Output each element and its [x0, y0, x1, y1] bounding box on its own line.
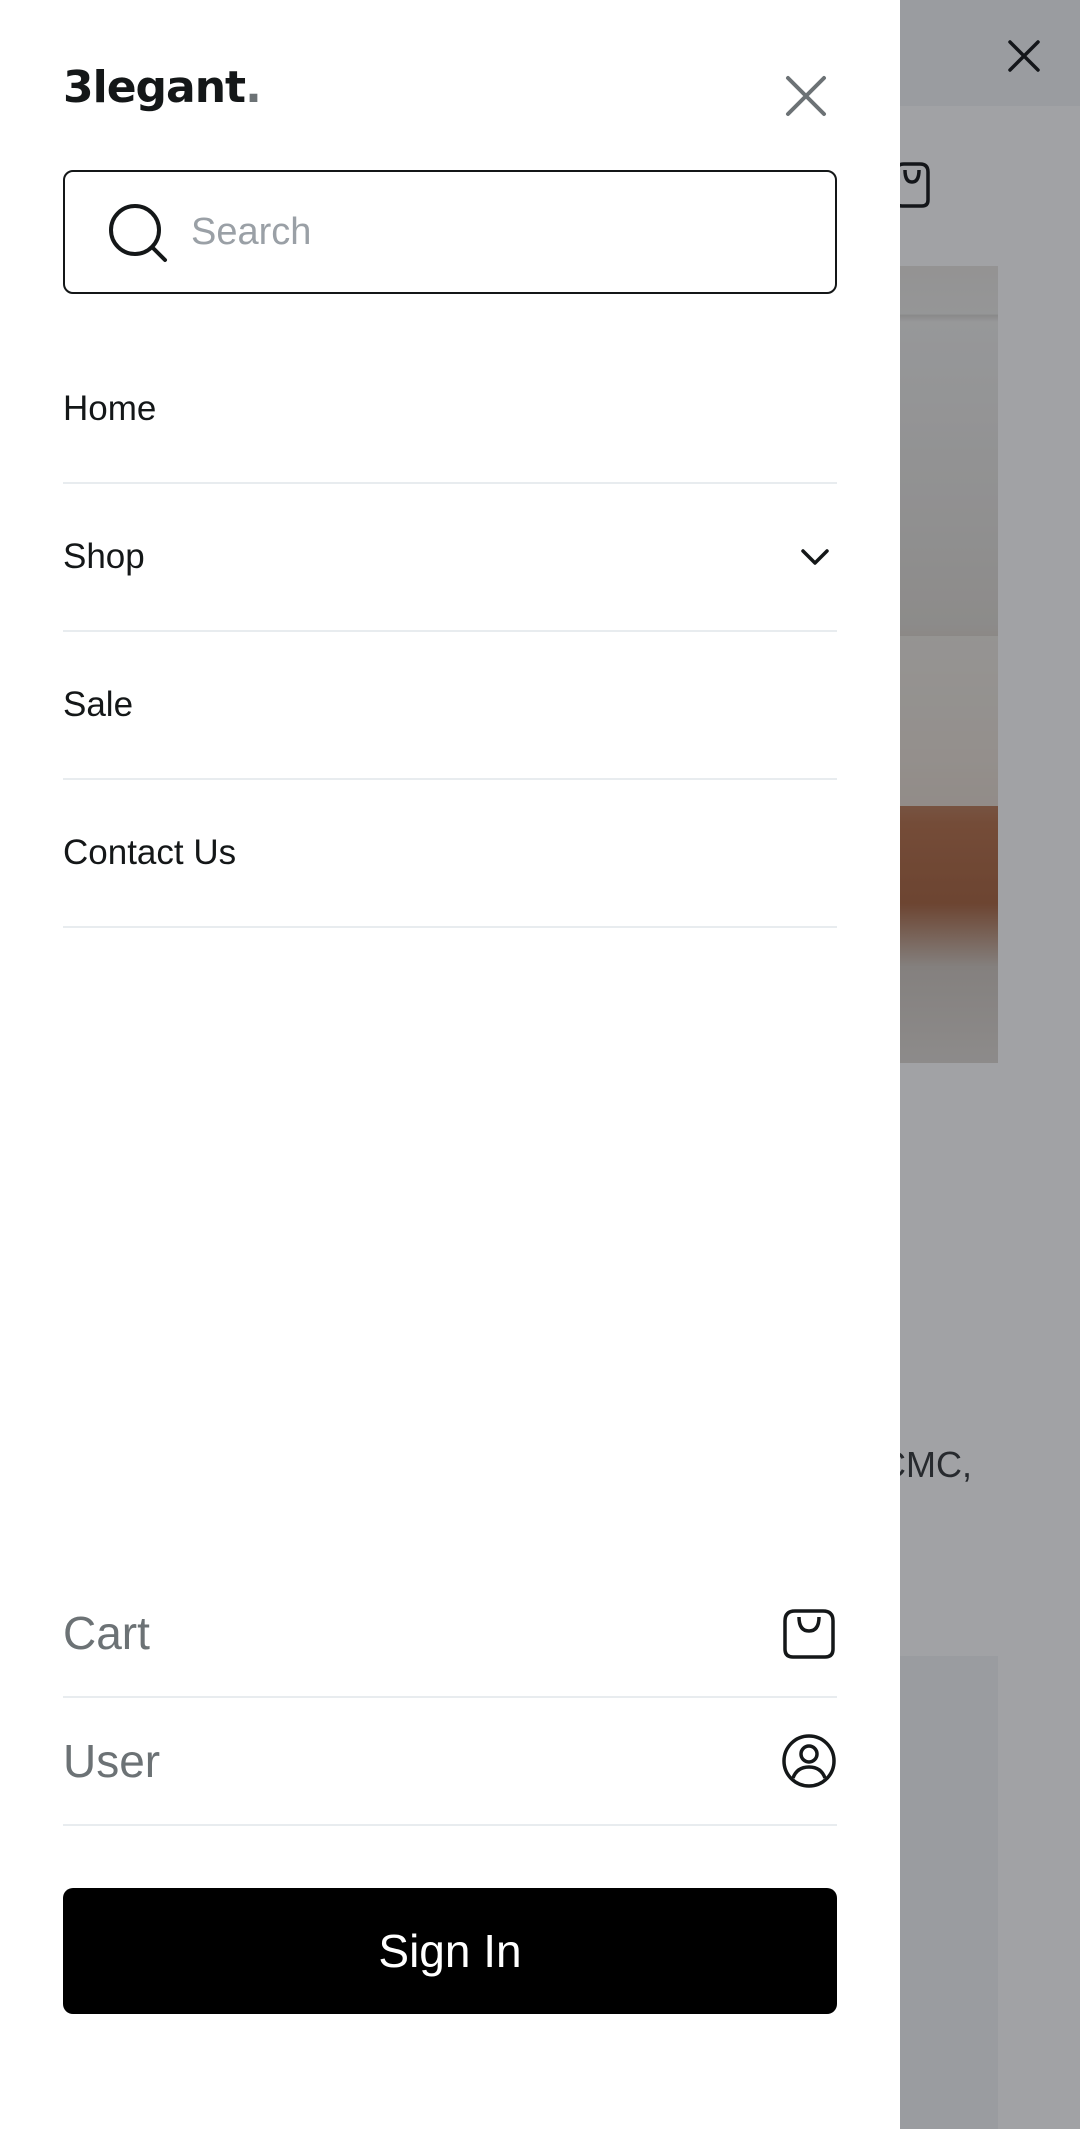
logo-dot: . — [245, 62, 262, 113]
nav-item-label: Contact Us — [63, 833, 237, 872]
user-row[interactable]: User — [63, 1698, 837, 1826]
nav-item-sale[interactable]: Sale — [63, 632, 837, 780]
search-input[interactable] — [191, 194, 801, 270]
close-icon[interactable] — [780, 70, 832, 122]
nav-item-label: Shop — [63, 537, 145, 576]
nav-item-label: Sale — [63, 685, 134, 724]
sign-in-button[interactable]: Sign In — [63, 1888, 837, 2014]
cart-row[interactable]: Cart — [63, 1570, 837, 1698]
search-icon — [109, 204, 167, 262]
search-box[interactable] — [63, 170, 837, 294]
navigation-drawer: 3legant. Home Shop Sale Contact Us Cart — [0, 0, 900, 2129]
nav-item-contact-us[interactable]: Contact Us — [63, 780, 837, 928]
chevron-down-icon[interactable] — [797, 539, 833, 575]
shopping-bag-icon — [783, 1609, 835, 1659]
nav-item-shop[interactable]: Shop — [63, 484, 837, 632]
nav-item-label: Home — [63, 389, 157, 428]
main-nav: Home Shop Sale Contact Us — [63, 336, 837, 928]
logo-text: 3legant — [63, 62, 246, 113]
cart-label: Cart — [63, 1607, 150, 1659]
nav-item-home[interactable]: Home — [63, 336, 837, 484]
user-label: User — [63, 1735, 161, 1787]
account-section: Cart User — [63, 1570, 837, 1826]
brand-logo[interactable]: 3legant. — [63, 62, 262, 113]
user-circle-icon — [782, 1734, 836, 1788]
